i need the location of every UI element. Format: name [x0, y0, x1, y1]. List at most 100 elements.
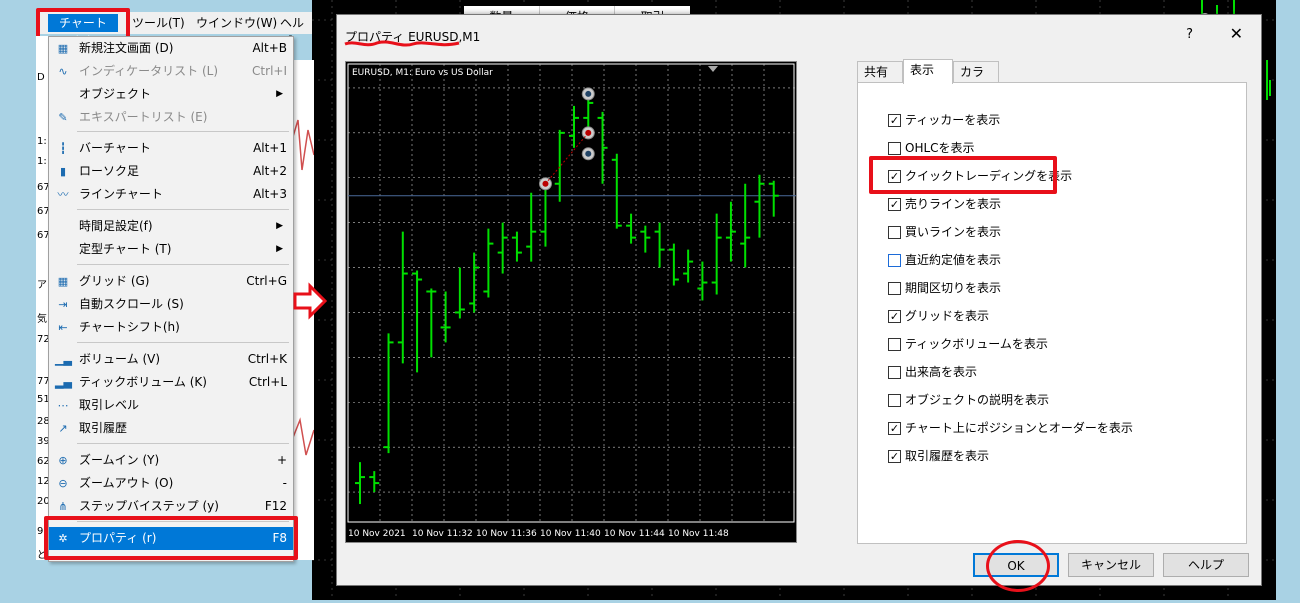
option-label: 取引履歴を表示 — [905, 449, 990, 463]
menu-tools[interactable]: ツール(T) — [128, 14, 189, 32]
help-button[interactable]: ヘルプ — [1163, 553, 1249, 577]
display-options-panel: ✓ ティッカーを表示 OHLCを表示 ✓ クイックトレーディングを表示 ✓ 売りラインを表示… — [857, 82, 1247, 544]
unchecked-icon[interactable] — [888, 366, 901, 379]
submenu-arrow-icon: ▶ — [276, 89, 283, 99]
x-tick-label: 10 Nov 11:40 — [540, 529, 601, 539]
auto-scroll-icon: ⇥ — [58, 298, 68, 311]
candlestick-icon: ▮ — [59, 165, 67, 178]
checked-icon[interactable]: ✓ — [888, 198, 901, 211]
menu-item-shortcut: Ctrl+I — [252, 64, 287, 78]
grid-icon: ▦ — [57, 275, 69, 288]
zoom-in-icon: ⊕ — [58, 454, 68, 467]
trade-link-line — [545, 132, 589, 185]
menu-item-shortcut: Alt+3 — [253, 187, 287, 201]
menu-item-label: ステップバイステップ (y) — [79, 499, 219, 513]
menu-help[interactable]: ヘルプ — [276, 14, 312, 48]
order-icon: ▦ — [57, 42, 69, 55]
menu-separator — [77, 131, 289, 132]
menu-item[interactable]: オブジェクト ▶ — [49, 83, 293, 106]
unchecked-icon[interactable] — [888, 394, 901, 407]
menu-item-label: バーチャート — [79, 141, 151, 155]
highlight-properties — [44, 516, 298, 560]
unchecked-icon[interactable] — [888, 338, 901, 351]
menu-separator — [77, 342, 289, 343]
close-icon[interactable]: ✕ — [1230, 24, 1243, 43]
menu-item-label: チャートシフト(h) — [79, 320, 180, 334]
checked-icon[interactable]: ✓ — [888, 450, 901, 463]
trade-level-icon: ⋯ — [57, 399, 69, 412]
menu-item[interactable]: ▂▄ ティックボリューム (K) Ctrl+L — [49, 371, 293, 394]
menu-item-shortcut: - — [282, 476, 287, 490]
unchecked-icon[interactable] — [888, 254, 901, 267]
volume-icon: ▁▃ — [55, 353, 72, 366]
chart-shift-icon: ⇤ — [58, 321, 68, 334]
option-label: 買いラインを表示 — [905, 225, 1002, 239]
title-underline — [344, 40, 460, 47]
properties-dialog: プロパティ EURUSD,M1 ? ✕ 1.158101.157951.1578… — [336, 14, 1262, 586]
strip-item: 1: — [37, 136, 47, 147]
menu-item[interactable]: ▦ 新規注文画面 (D) Alt+B — [49, 37, 293, 60]
menu-window[interactable]: ウインドウ(W) — [192, 14, 281, 32]
option-label: OHLCを表示 — [905, 141, 975, 155]
option-label: 売りラインを表示 — [905, 197, 1002, 211]
tab-color[interactable]: カラー — [953, 61, 999, 99]
unchecked-icon[interactable] — [888, 282, 901, 295]
menu-item[interactable]: ⊕ ズームイン (Y) + — [49, 449, 293, 472]
menu-item[interactable]: ▮ ローソク足 Alt+2 — [49, 160, 293, 183]
option-label: 期間区切りを表示 — [905, 281, 1002, 295]
checked-icon[interactable]: ✓ — [888, 310, 901, 323]
menu-item[interactable]: ↗ 取引履歴 — [49, 417, 293, 440]
menu-item-label: 自動スクロール (S) — [79, 297, 184, 311]
menu-item[interactable]: ⋯ 取引レベル — [49, 394, 293, 417]
menu-item[interactable]: ⊖ ズームアウト (O) - — [49, 472, 293, 495]
x-tick-label: 10 Nov 11:48 — [668, 529, 729, 539]
menu-item-label: 取引レベル — [79, 398, 140, 412]
help-icon[interactable]: ? — [1186, 27, 1193, 42]
menu-item-shortcut: Ctrl+K — [247, 352, 287, 366]
line-chart-icon: 〰 — [57, 188, 69, 201]
background-right-edge — [1276, 0, 1300, 600]
menu-item-shortcut: Alt+B — [252, 41, 287, 55]
menu-item[interactable]: ▦ グリッド (G) Ctrl+G — [49, 270, 293, 293]
menu-item[interactable]: ⇤ チャートシフト(h) — [49, 316, 293, 339]
menu-item-label: インディケータリスト (L) — [79, 64, 219, 78]
menu-item[interactable]: ✎ エキスパートリスト (E) — [49, 106, 293, 129]
chart-shift-marker-icon — [708, 66, 718, 72]
unchecked-icon[interactable] — [888, 142, 901, 155]
menu-item[interactable]: ⇥ 自動スクロール (S) — [49, 293, 293, 316]
tab-display[interactable]: 表示 — [903, 59, 953, 84]
strip-item: D — [37, 72, 45, 83]
menu-item-label: ボリューム (V) — [79, 352, 161, 366]
right-arrow-icon — [293, 282, 328, 320]
x-tick-label: 10 Nov 2021 — [348, 529, 406, 539]
menu-item[interactable]: 定型チャート (T) ▶ — [49, 238, 293, 261]
menu-item[interactable]: ┇ バーチャート Alt+1 — [49, 137, 293, 160]
menu-separator — [77, 443, 289, 444]
menu-item[interactable]: ▁▃ ボリューム (V) Ctrl+K — [49, 348, 293, 371]
menu-item-label: グリッド (G) — [79, 274, 150, 288]
option-label: グリッドを表示 — [905, 309, 990, 323]
trade-history-icon: ↗ — [58, 422, 68, 435]
x-tick-label: 10 Nov 11:36 — [476, 529, 537, 539]
strip-item: ア — [37, 280, 47, 291]
menu-item[interactable]: ∿ インディケータリスト (L) Ctrl+I — [49, 60, 293, 83]
menu-separator — [77, 264, 289, 265]
menu-item-label: ズームイン (Y) — [79, 453, 160, 467]
tick-volume-icon: ▂▄ — [55, 376, 72, 389]
cancel-button[interactable]: キャンセル — [1068, 553, 1154, 577]
tab-common[interactable]: 共有 — [857, 61, 903, 83]
bar-chart-icon: ┇ — [59, 142, 67, 155]
menu-item-label: 新規注文画面 (D) — [79, 41, 174, 55]
option-label: ティックボリュームを表示 — [905, 337, 1048, 351]
strip-item: 気 — [37, 314, 47, 325]
menu-item[interactable]: 時間足設定(f) ▶ — [49, 215, 293, 238]
highlight-ok-circle — [986, 540, 1050, 592]
highlight-quick-trading — [869, 156, 1057, 194]
menu-item[interactable]: 〰ラインチャート Alt+3 — [49, 183, 293, 206]
menu-item-shortcut: Ctrl+L — [248, 375, 287, 389]
menu-item[interactable]: ⋔ ステップバイステップ (y) F12 — [49, 495, 293, 518]
checked-icon[interactable]: ✓ — [888, 422, 901, 435]
indicator-list-icon: ∿ — [58, 65, 68, 78]
unchecked-icon[interactable] — [888, 226, 901, 239]
checked-icon[interactable]: ✓ — [888, 114, 901, 127]
